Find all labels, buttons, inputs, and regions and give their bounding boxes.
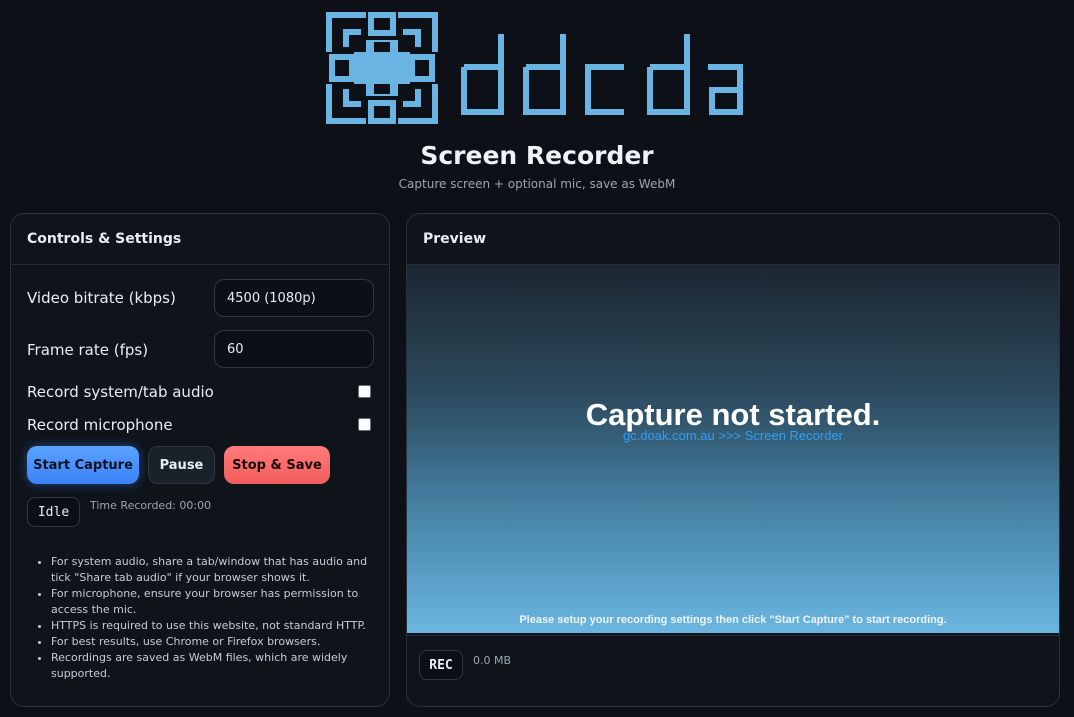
start-capture-button[interactable]: Start Capture <box>27 446 139 484</box>
system-audio-checkbox[interactable] <box>358 385 371 398</box>
controls-panel: Controls & Settings Video bitrate (kbps)… <box>10 213 390 707</box>
note-item: For microphone, ensure your browser has … <box>51 586 373 618</box>
preview-heading: Preview <box>407 214 1059 265</box>
preview-canvas: Capture not started. gc.doak.com.au >>> … <box>407 265 1059 633</box>
time-recorded: Time Recorded: 00:00 <box>90 499 212 512</box>
help-notes: For system audio, share a tab/window tha… <box>51 554 373 682</box>
frame-rate-input[interactable]: 60 <box>214 330 374 368</box>
preview-panel: Preview Capture not started. gc.doak.com… <box>406 213 1060 707</box>
status-badge: Idle <box>27 497 80 527</box>
stop-save-button[interactable]: Stop & Save <box>224 446 330 484</box>
microphone-checkbox[interactable] <box>358 418 371 431</box>
video-bitrate-select[interactable]: 4500 (1080p) <box>214 279 374 317</box>
note-item: For best results, use Chrome or Firefox … <box>51 634 373 650</box>
microphone-label: Record microphone <box>27 416 173 434</box>
preview-hint: Please setup your recording settings the… <box>519 614 947 626</box>
page-subtitle: Capture screen + optional mic, save as W… <box>398 177 676 191</box>
file-size: 0.0 MB <box>473 654 512 667</box>
page-title: Screen Recorder <box>420 141 654 170</box>
pause-button[interactable]: Pause <box>148 446 215 484</box>
rec-indicator: REC <box>419 650 463 680</box>
note-item: For system audio, share a tab/window tha… <box>51 554 373 586</box>
note-item: HTTPS is required to use this website, n… <box>51 618 373 634</box>
video-bitrate-label: Video bitrate (kbps) <box>27 289 176 307</box>
controls-heading: Controls & Settings <box>11 214 389 265</box>
ddcda-logo <box>326 12 746 124</box>
note-item: Recordings are saved as WebM files, whic… <box>51 650 373 682</box>
preview-link[interactable]: gc.doak.com.au >>> Screen Recorder <box>407 428 1059 443</box>
system-audio-label: Record system/tab audio <box>27 383 214 401</box>
frame-rate-label: Frame rate (fps) <box>27 341 149 359</box>
preview-divider <box>407 635 1059 636</box>
